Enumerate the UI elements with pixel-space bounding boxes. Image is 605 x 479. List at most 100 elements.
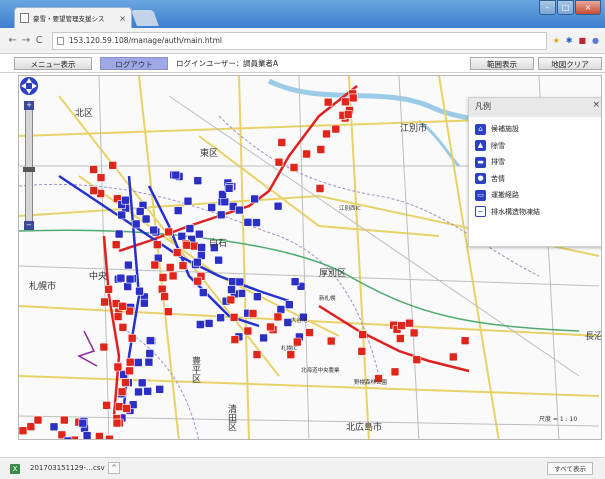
pan-control[interactable] bbox=[19, 76, 39, 96]
back-icon[interactable]: ← bbox=[6, 35, 19, 46]
map-marker[interactable] bbox=[105, 434, 114, 440]
map-marker[interactable] bbox=[277, 138, 287, 147]
map-marker[interactable] bbox=[448, 352, 458, 362]
map-marker[interactable] bbox=[409, 328, 419, 338]
map-marker[interactable] bbox=[114, 229, 124, 239]
close-window-icon[interactable]: × bbox=[575, 0, 601, 15]
map-marker[interactable] bbox=[19, 426, 28, 435]
map-marker[interactable] bbox=[348, 93, 358, 103]
map-marker[interactable] bbox=[165, 263, 175, 272]
map-marker[interactable] bbox=[164, 307, 173, 316]
map-marker[interactable] bbox=[243, 218, 253, 227]
range-button[interactable]: 範囲表示 bbox=[470, 57, 534, 70]
map-canvas[interactable]: 北区 札幌市 東区 白石 中央 豊平区 清田区 北広島市 厚別区 江別市 南幌町… bbox=[18, 75, 602, 440]
map-marker[interactable] bbox=[124, 260, 133, 270]
map-marker[interactable] bbox=[182, 240, 192, 250]
map-marker[interactable] bbox=[235, 277, 245, 287]
map-marker[interactable] bbox=[315, 184, 325, 193]
map-marker[interactable] bbox=[127, 333, 137, 343]
map-marker[interactable] bbox=[121, 378, 130, 387]
address-bar[interactable]: 153.120.59.108/manage/auth/main.html bbox=[51, 31, 547, 50]
map-marker[interactable] bbox=[343, 110, 353, 119]
map-marker[interactable] bbox=[226, 295, 236, 305]
zoom-out-button[interactable]: − bbox=[24, 221, 34, 230]
map-marker[interactable] bbox=[273, 201, 283, 211]
map-marker[interactable] bbox=[193, 176, 203, 185]
map-marker[interactable] bbox=[412, 355, 422, 365]
map-marker[interactable] bbox=[193, 276, 202, 286]
map-marker[interactable] bbox=[150, 260, 160, 270]
map-marker[interactable] bbox=[172, 248, 182, 257]
map-marker[interactable] bbox=[135, 286, 144, 296]
map-marker[interactable] bbox=[164, 227, 173, 237]
map-marker[interactable] bbox=[160, 292, 169, 301]
download-filename[interactable]: 201703151129-…csv bbox=[30, 464, 105, 472]
map-marker[interactable] bbox=[95, 432, 104, 441]
clear-map-button[interactable]: 地図クリア bbox=[538, 57, 602, 70]
map-marker[interactable] bbox=[405, 318, 414, 328]
map-marker[interactable] bbox=[49, 422, 59, 432]
map-marker[interactable] bbox=[183, 196, 193, 206]
map-marker[interactable] bbox=[111, 240, 121, 249]
map-marker[interactable] bbox=[199, 288, 208, 297]
map-marker[interactable] bbox=[252, 350, 262, 359]
map-marker[interactable] bbox=[331, 124, 341, 134]
menu-button[interactable]: メニュー表示 bbox=[14, 57, 92, 70]
map-marker[interactable] bbox=[204, 319, 214, 328]
map-marker[interactable] bbox=[259, 333, 268, 343]
map-marker[interactable] bbox=[125, 366, 134, 376]
map-marker[interactable] bbox=[243, 326, 253, 336]
map-marker[interactable] bbox=[237, 289, 246, 298]
map-marker[interactable] bbox=[108, 161, 117, 170]
map-marker[interactable] bbox=[117, 210, 126, 220]
map-marker[interactable] bbox=[137, 378, 147, 388]
map-marker[interactable] bbox=[274, 157, 284, 167]
map-marker[interactable] bbox=[266, 322, 275, 332]
map-marker[interactable] bbox=[89, 165, 98, 174]
map-marker[interactable] bbox=[207, 203, 216, 212]
map-marker[interactable] bbox=[117, 387, 127, 397]
map-marker[interactable] bbox=[118, 323, 128, 332]
map-marker[interactable] bbox=[100, 297, 109, 307]
map-marker[interactable] bbox=[253, 292, 262, 301]
map-marker[interactable] bbox=[229, 313, 239, 322]
map-marker[interactable] bbox=[357, 346, 367, 356]
map-marker[interactable] bbox=[178, 261, 188, 270]
map-marker[interactable] bbox=[157, 284, 167, 294]
map-marker[interactable] bbox=[397, 321, 406, 330]
map-marker[interactable] bbox=[78, 418, 88, 428]
new-tab-button[interactable] bbox=[131, 10, 159, 26]
zoom-slider[interactable]: + − bbox=[23, 101, 35, 230]
map-marker[interactable] bbox=[104, 285, 113, 294]
map-marker[interactable] bbox=[193, 257, 202, 267]
map-marker[interactable] bbox=[125, 357, 135, 367]
bookmark-star-icon[interactable]: ★ bbox=[553, 36, 560, 45]
browser-tab[interactable]: 豪雪・要望管理支援シス × bbox=[14, 7, 132, 28]
map-marker[interactable] bbox=[131, 219, 141, 229]
map-marker[interactable] bbox=[155, 384, 164, 394]
map-marker[interactable] bbox=[341, 97, 350, 107]
map-marker[interactable] bbox=[248, 309, 258, 318]
map-marker[interactable] bbox=[235, 205, 244, 215]
tab-close-icon[interactable]: × bbox=[119, 14, 126, 23]
map-marker[interactable] bbox=[123, 282, 132, 291]
map-marker[interactable] bbox=[358, 330, 368, 339]
extension-icon-2[interactable]: ■ bbox=[578, 36, 586, 45]
map-marker[interactable] bbox=[153, 240, 162, 249]
map-marker[interactable] bbox=[145, 349, 155, 358]
map-marker[interactable] bbox=[99, 342, 109, 352]
map-marker[interactable] bbox=[134, 358, 143, 367]
map-marker[interactable] bbox=[33, 415, 43, 425]
map-marker[interactable] bbox=[102, 400, 111, 410]
maximize-icon[interactable]: □ bbox=[557, 0, 574, 15]
map-marker[interactable] bbox=[316, 145, 326, 154]
map-marker[interactable] bbox=[59, 415, 69, 425]
map-marker[interactable] bbox=[26, 422, 36, 432]
map-marker[interactable] bbox=[143, 386, 152, 396]
map-marker[interactable] bbox=[112, 418, 122, 428]
zoom-handle[interactable] bbox=[23, 167, 35, 172]
map-marker[interactable] bbox=[273, 312, 283, 322]
map-marker[interactable] bbox=[322, 129, 331, 139]
map-marker[interactable] bbox=[195, 229, 204, 239]
map-marker[interactable] bbox=[177, 232, 187, 241]
